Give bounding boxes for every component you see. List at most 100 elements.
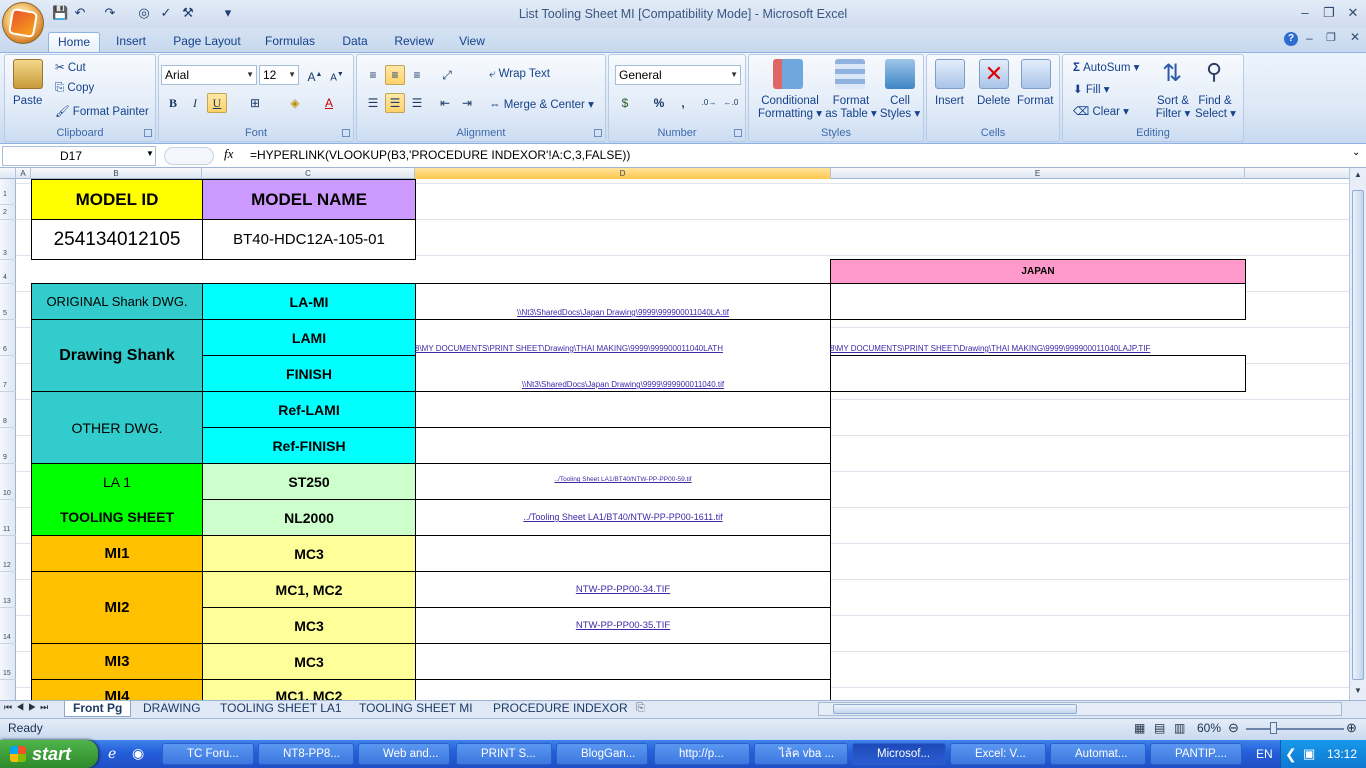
row-header-6[interactable]: 6 [0, 320, 16, 356]
row-header-11[interactable]: 11 [0, 500, 16, 536]
tab-insert[interactable]: Insert [108, 32, 154, 52]
zoom-slider-thumb[interactable] [1270, 722, 1277, 734]
hyperlink-d14[interactable]: NTW-PP-PP00-35.TIF [415, 620, 831, 631]
borders-icon[interactable]: ⊞ [245, 93, 265, 113]
increase-indent-icon[interactable]: ⇥ [457, 93, 477, 113]
cell-b15-mi3[interactable]: MI3 [31, 643, 203, 680]
cell-b13-mi2[interactable]: MI2 [31, 571, 203, 644]
cell-c16-mc1-mc2[interactable]: MC1, MC2 [202, 679, 416, 700]
cell-b11-tooling-sheet[interactable]: TOOLING SHEET [31, 499, 203, 536]
page-layout-view-icon[interactable]: ▤ [1154, 721, 1165, 735]
delete-button[interactable]: Delete [977, 95, 1010, 107]
row-header-12[interactable]: 12 [0, 536, 16, 572]
cell-c10-st250[interactable]: ST250 [202, 463, 416, 500]
tab-data[interactable]: Data [334, 32, 376, 52]
font-launcher-icon[interactable] [342, 129, 350, 137]
delete-cells-icon[interactable]: ✕ [979, 59, 1009, 89]
cell-b3-model-id[interactable]: 254134012105 [31, 219, 203, 260]
taskbar-item-9[interactable]: Excel: V... [950, 743, 1046, 765]
sheet-tab-drawing[interactable]: DRAWING [135, 701, 209, 717]
cell-c13-mc1-mc2[interactable]: MC1, MC2 [202, 571, 416, 608]
taskbar-item-11[interactable]: PANTIP.... [1150, 743, 1242, 765]
help-icon[interactable]: ? [1284, 32, 1298, 46]
bold-button[interactable]: B [163, 93, 183, 113]
row-header-14[interactable]: 14 [0, 608, 16, 644]
fill-color-icon[interactable]: ◈ [285, 93, 305, 113]
taskbar-item-2[interactable]: NT8-PP8... [258, 743, 354, 765]
cell-c8-ref-lami[interactable]: Ref-LAMI [202, 391, 416, 428]
wrap-text-button[interactable]: ⤶ Wrap Text [489, 68, 550, 81]
format-cells-icon[interactable] [1021, 59, 1051, 89]
column-header-e[interactable]: E [831, 168, 1245, 179]
column-header-c[interactable]: C [202, 168, 415, 179]
sheet-tab-procedure-indexor[interactable]: PROCEDURE INDEXOR [485, 701, 636, 717]
cell-c5-la-mi[interactable]: LA-MI [202, 283, 416, 320]
row-header-15[interactable]: 15 [0, 644, 16, 680]
cell-d12[interactable] [415, 535, 831, 572]
zoom-in-icon[interactable]: ⊕ [1346, 720, 1357, 736]
sort-filter-button[interactable]: Sort & Filter ▾ [1153, 95, 1193, 121]
align-top-icon[interactable]: ≡ [363, 65, 383, 85]
worksheet-grid[interactable]: MODEL ID MODEL NAME 254134012105 BT40-HD… [16, 179, 1349, 700]
percent-button[interactable]: % [649, 93, 669, 113]
row-header-1[interactable]: 1 [0, 179, 16, 205]
ribbon-minimize-icon[interactable]: – [1306, 31, 1313, 45]
cell-e5[interactable] [830, 283, 1246, 320]
cell-b12-mi1[interactable]: MI1 [31, 535, 203, 572]
zoom-level[interactable]: 60% [1197, 721, 1221, 735]
hyperlink-d7[interactable]: \\Nt3\SharedDocs\Japan Drawing\9999\9999… [415, 380, 831, 389]
find-select-button[interactable]: Find & Select ▾ [1195, 95, 1236, 121]
cell-e4-japan[interactable]: JAPAN [830, 259, 1246, 284]
horizontal-scroll-thumb[interactable] [833, 704, 1077, 714]
vertical-scrollbar[interactable]: ▲ ▼ [1349, 168, 1366, 700]
taskbar-item-3[interactable]: Web and... [358, 743, 450, 765]
language-indicator[interactable]: EN [1256, 747, 1273, 761]
select-all-corner[interactable] [0, 168, 16, 179]
comma-button[interactable]: , [673, 93, 693, 113]
tab-review[interactable]: Review [388, 32, 440, 52]
row-header-10[interactable]: 10 [0, 464, 16, 500]
zoom-slider[interactable] [1246, 728, 1344, 730]
sheet-tab-front-pg[interactable]: Front Pg [64, 701, 132, 717]
taskbar-item-excel-active[interactable]: Microsof... [852, 743, 946, 765]
paste-button[interactable]: Paste [13, 95, 42, 107]
expand-formula-icon[interactable]: ⌄ [1352, 147, 1360, 158]
grow-font-icon[interactable]: A▲ [305, 65, 325, 85]
hyperlink-d5[interactable]: \\Nt3\SharedDocs\Japan Drawing\9999\9999… [415, 308, 831, 317]
cell-b6-drawing-shank[interactable]: Drawing Shank [31, 319, 203, 392]
scroll-down-icon[interactable]: ▼ [1352, 686, 1364, 696]
insert-cells-icon[interactable] [935, 59, 965, 89]
cell-c3-model-name[interactable]: BT40-HDC12A-105-01 [202, 219, 416, 260]
row-header-4[interactable]: 4 [0, 260, 16, 284]
sheet-tab-tooling-la1[interactable]: TOOLING SHEET LA1 [212, 701, 350, 717]
cell-b1-model-id-header[interactable]: MODEL ID [31, 179, 203, 220]
conditional-formatting-icon[interactable] [773, 59, 803, 89]
font-name-combo[interactable]: Arial ▼ [161, 65, 257, 85]
hyperlink-d13[interactable]: NTW-PP-PP00-34.TIF [415, 584, 831, 595]
row-header-7[interactable]: 7 [0, 356, 16, 392]
cell-b10-la1[interactable]: LA 1 [31, 463, 203, 500]
cell-d9[interactable] [415, 427, 831, 464]
cell-b5-original-shank[interactable]: ORIGINAL Shank DWG. [31, 283, 203, 320]
cell-c15-mc3[interactable]: MC3 [202, 643, 416, 680]
format-as-table-icon[interactable] [835, 59, 865, 89]
cell-styles-icon[interactable] [885, 59, 915, 89]
cell-e7[interactable] [830, 355, 1246, 392]
tray-arrow-icon[interactable]: ❮ [1285, 740, 1297, 768]
cell-b16-mi4[interactable]: MI4 [31, 679, 203, 700]
column-header-d[interactable]: D [415, 168, 831, 179]
row-header-13[interactable]: 13 [0, 572, 16, 608]
align-left-icon[interactable]: ☰ [363, 93, 383, 113]
currency-icon[interactable]: $ [615, 93, 635, 113]
clock[interactable]: 13:12 [1327, 740, 1357, 768]
office-button[interactable] [2, 2, 44, 44]
fill-button[interactable]: ⬇ Fill ▾ [1073, 82, 1110, 96]
hyperlink-d10[interactable]: ../Tooling Sheet LA1/BT40/NTW-PP-PP00-59… [415, 476, 831, 483]
column-header-b[interactable]: B [31, 168, 202, 179]
formula-input[interactable]: =HYPERLINK(VLOOKUP(B3,'PROCEDURE INDEXOR… [250, 148, 630, 162]
number-launcher-icon[interactable] [734, 129, 742, 137]
vertical-scroll-thumb[interactable] [1352, 190, 1364, 680]
cell-c7-finish[interactable]: FINISH [202, 355, 416, 392]
format-button[interactable]: Format [1017, 95, 1053, 107]
close-icon[interactable]: ✕ [1342, 5, 1364, 21]
